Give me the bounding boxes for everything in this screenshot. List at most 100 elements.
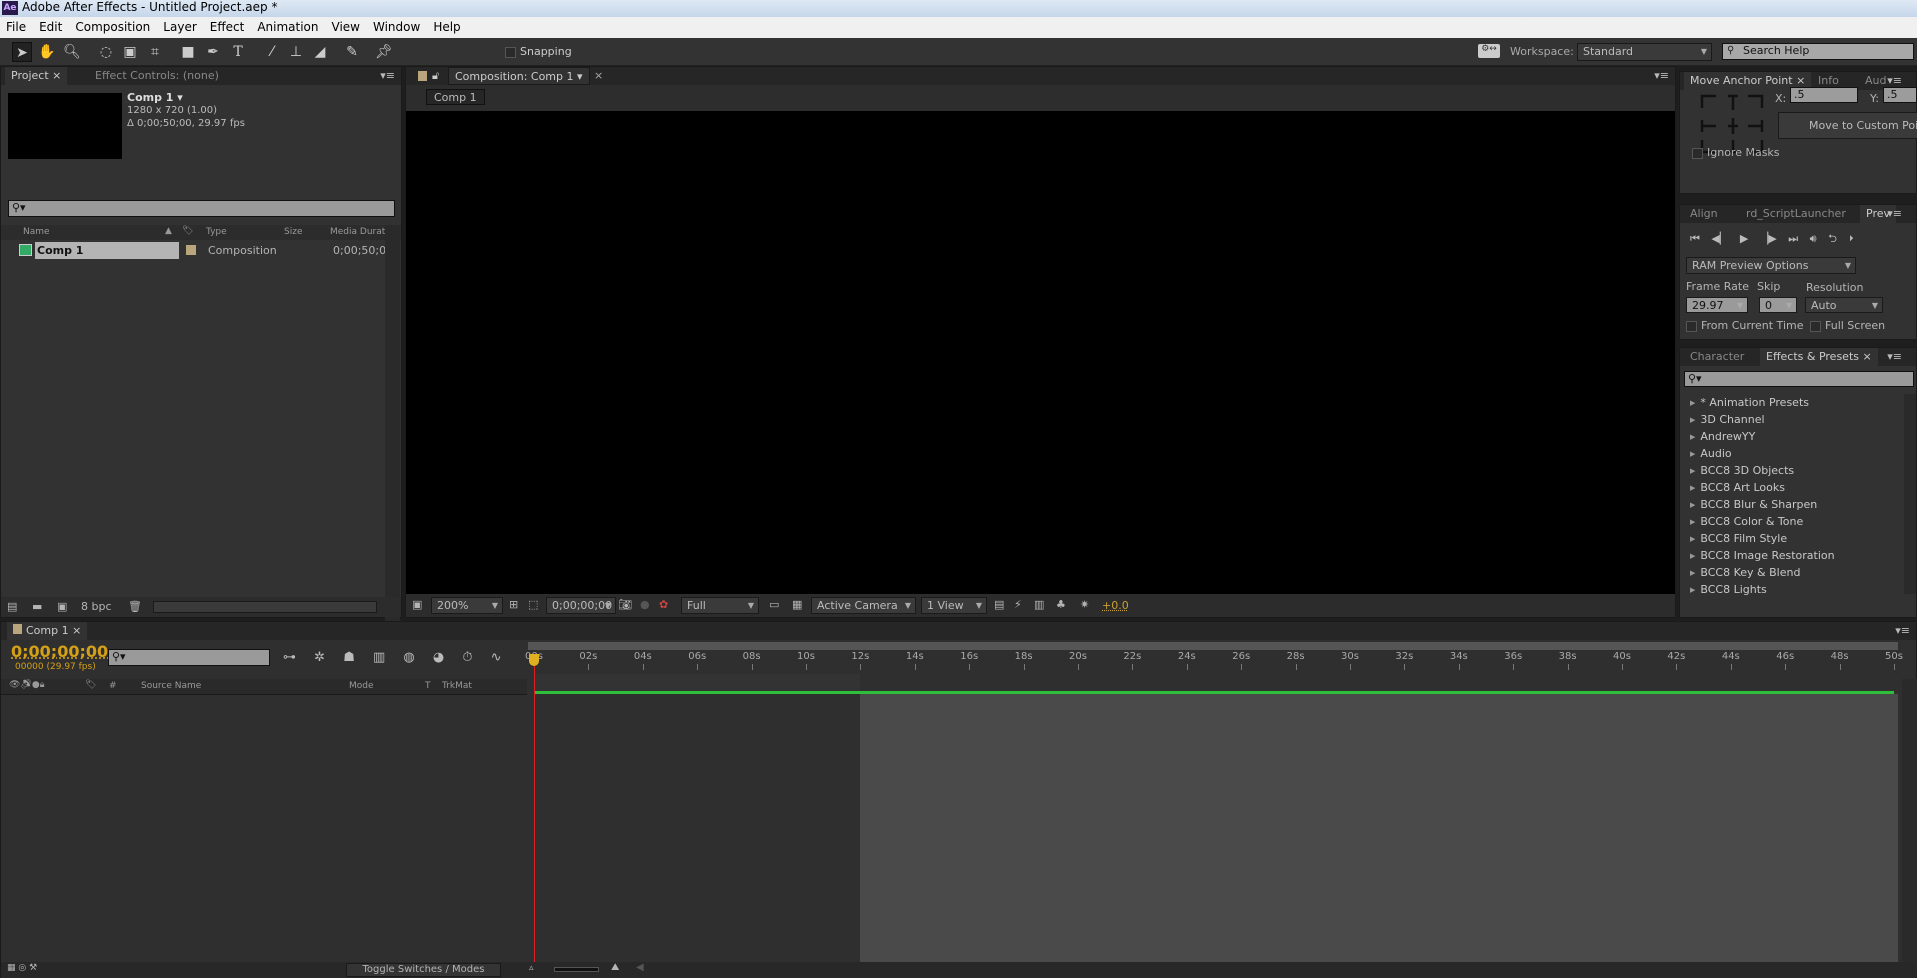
time-graph[interactable]: 00s02s04s06s08s10s12s14s16s18s20s22s24s2… xyxy=(525,640,1903,962)
effect-category[interactable]: BCC8 3D Objects xyxy=(1690,462,1794,479)
move-to-custom-point-button[interactable]: Move to Custom Point xyxy=(1778,112,1917,139)
col-trkmat[interactable]: TrkMat xyxy=(442,681,472,691)
resolution-dropdown[interactable]: Auto xyxy=(1805,297,1883,314)
zoom-in-icon[interactable]: ⛰ xyxy=(611,962,619,973)
hand-icon[interactable]: ✋ xyxy=(37,42,57,62)
panel-menu-icon[interactable]: ▾≡ xyxy=(1887,74,1902,87)
snapping-checkbox[interactable]: Snapping xyxy=(505,45,572,58)
menu-window[interactable]: Window xyxy=(373,17,420,38)
panel-menu-icon[interactable]: ▾≡ xyxy=(1887,207,1902,220)
panel-menu-icon[interactable]: ▾≡ xyxy=(1654,69,1669,82)
effect-category[interactable]: 3D Channel xyxy=(1690,411,1764,428)
menu-effect[interactable]: Effect xyxy=(210,17,245,38)
clone-stamp-icon[interactable]: ⊥ xyxy=(286,42,306,62)
scroll-left-icon[interactable]: ◀ xyxy=(636,962,644,973)
view-layout-dropdown[interactable]: 1 View xyxy=(921,597,987,614)
graph-editor-icon[interactable]: ∿ xyxy=(491,650,502,665)
label-color-swatch[interactable] xyxy=(186,245,196,255)
tab-script-launcher[interactable]: rd_ScriptLauncher xyxy=(1740,205,1852,223)
mask-visibility-icon[interactable]: ⬚ xyxy=(528,598,538,611)
project-item-row[interactable]: Comp 1 Composition 0;00;50;00 xyxy=(1,242,393,259)
skip-dropdown[interactable]: 0 xyxy=(1759,297,1797,314)
time-ruler[interactable]: 00s02s04s06s08s10s12s14s16s18s20s22s24s2… xyxy=(525,650,1903,674)
title-safe-icon[interactable]: ⊞ xyxy=(509,598,518,611)
comp-mini-flowchart-icon[interactable]: ⊶ xyxy=(283,650,296,665)
rotate-icon[interactable]: ◌ xyxy=(96,42,116,62)
from-current-time-checkbox[interactable]: From Current Time xyxy=(1686,319,1803,332)
show-snapshot-icon[interactable]: ● xyxy=(640,598,650,611)
tab-project[interactable]: Project × xyxy=(5,67,68,85)
menu-edit[interactable]: Edit xyxy=(39,17,62,38)
text-icon[interactable]: T xyxy=(228,42,248,62)
timeline-icon[interactable]: ▥ xyxy=(1034,598,1044,611)
camera-icon[interactable]: ▣ xyxy=(120,42,140,62)
full-screen-checkbox[interactable]: Full Screen xyxy=(1810,319,1885,332)
effect-category[interactable]: AndrewYY xyxy=(1690,428,1755,445)
anchor-x-input[interactable]: .5 xyxy=(1790,87,1858,103)
flowchart-icon[interactable]: ♣ xyxy=(1056,598,1066,611)
workspace-dropdown[interactable]: Standard xyxy=(1577,43,1712,61)
timeline-search-input[interactable]: ⚲▾ xyxy=(108,649,270,666)
effect-category[interactable]: BCC8 Color & Tone xyxy=(1690,513,1803,530)
search-help-input[interactable]: Search Help xyxy=(1722,43,1914,60)
close-icon[interactable]: × xyxy=(594,69,603,82)
pen-icon[interactable]: ✒ xyxy=(203,42,223,62)
roto-brush-icon[interactable]: ✎ xyxy=(342,42,362,62)
draft-3d-icon[interactable]: ✲ xyxy=(314,650,325,665)
eraser-icon[interactable]: ◢ xyxy=(310,42,330,62)
av-switches-icons[interactable]: 👁︎🔊︎●🔒︎ xyxy=(9,680,45,690)
zoom-slider[interactable] xyxy=(554,967,599,972)
project-search-input[interactable]: ⚲▾ xyxy=(8,200,395,217)
ram-preview-icon[interactable]: ⏵ xyxy=(1848,232,1854,245)
tab-composition[interactable]: Composition: Comp 1 ▾ xyxy=(448,67,590,85)
trash-icon[interactable]: 🗑︎ xyxy=(128,600,142,613)
bpc-button[interactable]: 8 bpc xyxy=(81,600,112,613)
effect-category[interactable]: BCC8 Lights xyxy=(1690,581,1766,598)
playhead-handle[interactable] xyxy=(529,654,539,666)
effect-category[interactable]: BCC8 Blur & Sharpen xyxy=(1690,496,1817,513)
selection-icon[interactable]: ➤ xyxy=(12,42,32,62)
menu-help[interactable]: Help xyxy=(433,17,460,38)
camera-dropdown[interactable]: Active Camera xyxy=(811,597,916,614)
resolution-dropdown[interactable]: Full xyxy=(681,597,759,614)
shy-icon[interactable]: ☗ xyxy=(343,650,355,665)
new-comp-icon[interactable]: ▣ xyxy=(57,600,67,613)
effect-category[interactable]: BCC8 Art Looks xyxy=(1690,479,1785,496)
col-type[interactable]: Type xyxy=(206,227,227,237)
effect-category[interactable]: BCC8 Film Style xyxy=(1690,530,1787,547)
menu-view[interactable]: View xyxy=(332,17,360,38)
tab-effect-controls[interactable]: Effect Controls: (none) xyxy=(89,67,289,85)
tab-effects-presets[interactable]: Effects & Presets × xyxy=(1760,348,1878,366)
zoom-dropdown[interactable]: 200% xyxy=(431,597,503,614)
effect-category[interactable]: * Animation Presets xyxy=(1690,394,1809,411)
channel-icon[interactable]: ✿ xyxy=(659,598,668,611)
playhead[interactable] xyxy=(534,656,535,962)
magnify-icon[interactable]: ▣ xyxy=(412,598,422,611)
comp-name[interactable]: Comp 1 ▾ xyxy=(127,91,183,104)
lock-icon[interactable]: 🔓︎ xyxy=(432,69,439,83)
new-folder-icon[interactable]: ▬ xyxy=(32,600,42,613)
exposure-value[interactable]: +0.0 xyxy=(1102,599,1129,612)
comp-breadcrumb[interactable]: Comp 1 xyxy=(426,89,485,105)
effect-category[interactable]: Audio xyxy=(1690,445,1731,462)
col-source-name[interactable]: Source Name xyxy=(141,681,201,691)
col-name[interactable]: Name xyxy=(23,227,50,237)
expand-panes-icons[interactable]: ▦ ◎ ⚒ xyxy=(7,963,37,973)
workspace-icon[interactable]: ⚙↔ xyxy=(1478,44,1500,58)
ram-preview-options-dropdown[interactable]: RAM Preview Options xyxy=(1686,257,1856,274)
brainstorm-icon[interactable]: ◕ xyxy=(433,650,444,665)
toggle-switches-modes-button[interactable]: Toggle Switches / Modes xyxy=(346,963,501,977)
fast-previews-icon[interactable]: ⚡ xyxy=(1014,598,1022,611)
timeline-scrollbar[interactable] xyxy=(1902,679,1917,962)
panel-menu-icon[interactable]: ▾≡ xyxy=(1887,350,1902,363)
play-icon[interactable]: ▶ xyxy=(1740,232,1748,245)
zoom-icon[interactable]: 🔍︎ xyxy=(62,42,82,62)
panel-menu-icon[interactable]: ▾≡ xyxy=(380,69,395,82)
label-tag-icon[interactable]: 🏷︎ xyxy=(182,226,193,236)
rectangle-icon[interactable]: ■ xyxy=(178,42,198,62)
audio-icon[interactable]: 🔊︎ xyxy=(1810,232,1817,245)
sort-icon[interactable]: ▲ xyxy=(165,226,172,236)
composition-viewer[interactable] xyxy=(406,111,1675,594)
frame-rate-dropdown[interactable]: 29.97 xyxy=(1686,297,1748,314)
ignore-masks-checkbox[interactable]: Ignore Masks xyxy=(1692,146,1780,159)
